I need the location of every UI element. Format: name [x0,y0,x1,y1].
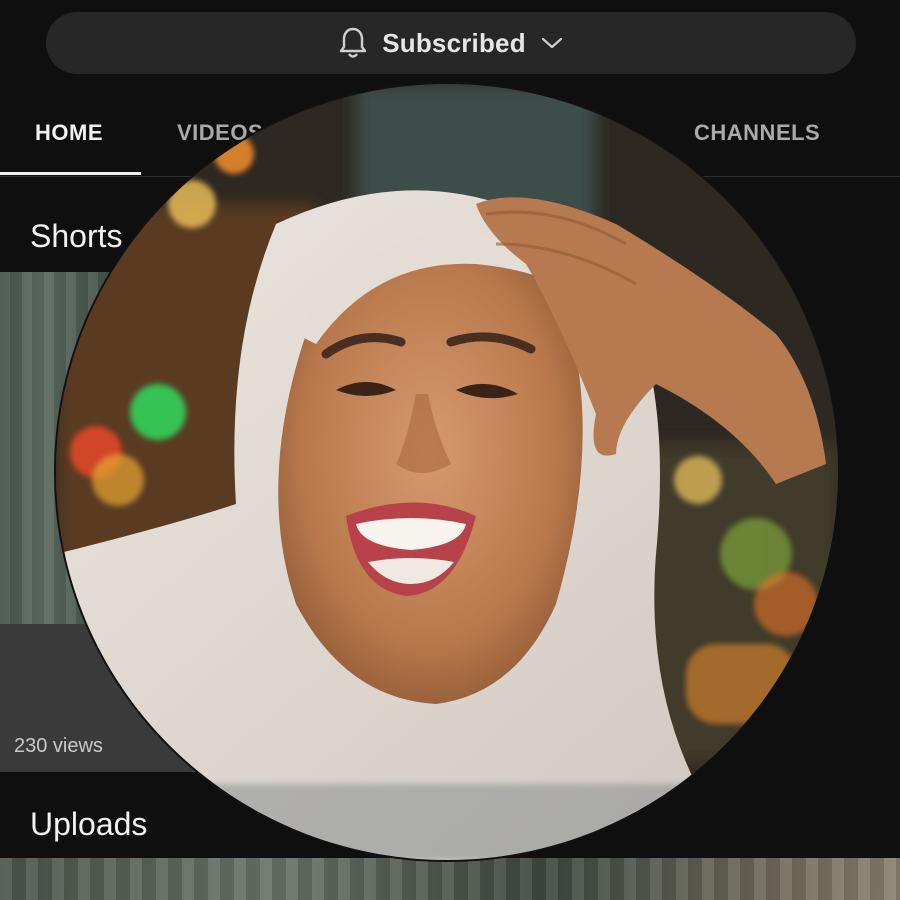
upload-thumbnail[interactable] [0,858,900,900]
short-view-count: 230 views [14,735,103,757]
tab-home[interactable]: HOME [35,120,103,146]
chevron-down-icon [540,35,564,51]
subscribed-label: Subscribed [382,27,526,58]
shorts-section-title: Shorts [30,218,123,254]
channel-avatar[interactable] [56,84,838,860]
active-tab-indicator [0,172,141,175]
subscribed-button[interactable]: Subscribed [46,12,856,74]
uploads-section-title: Uploads [30,806,148,842]
bell-icon [338,26,368,60]
tab-channels[interactable]: CHANNELS [694,120,820,146]
